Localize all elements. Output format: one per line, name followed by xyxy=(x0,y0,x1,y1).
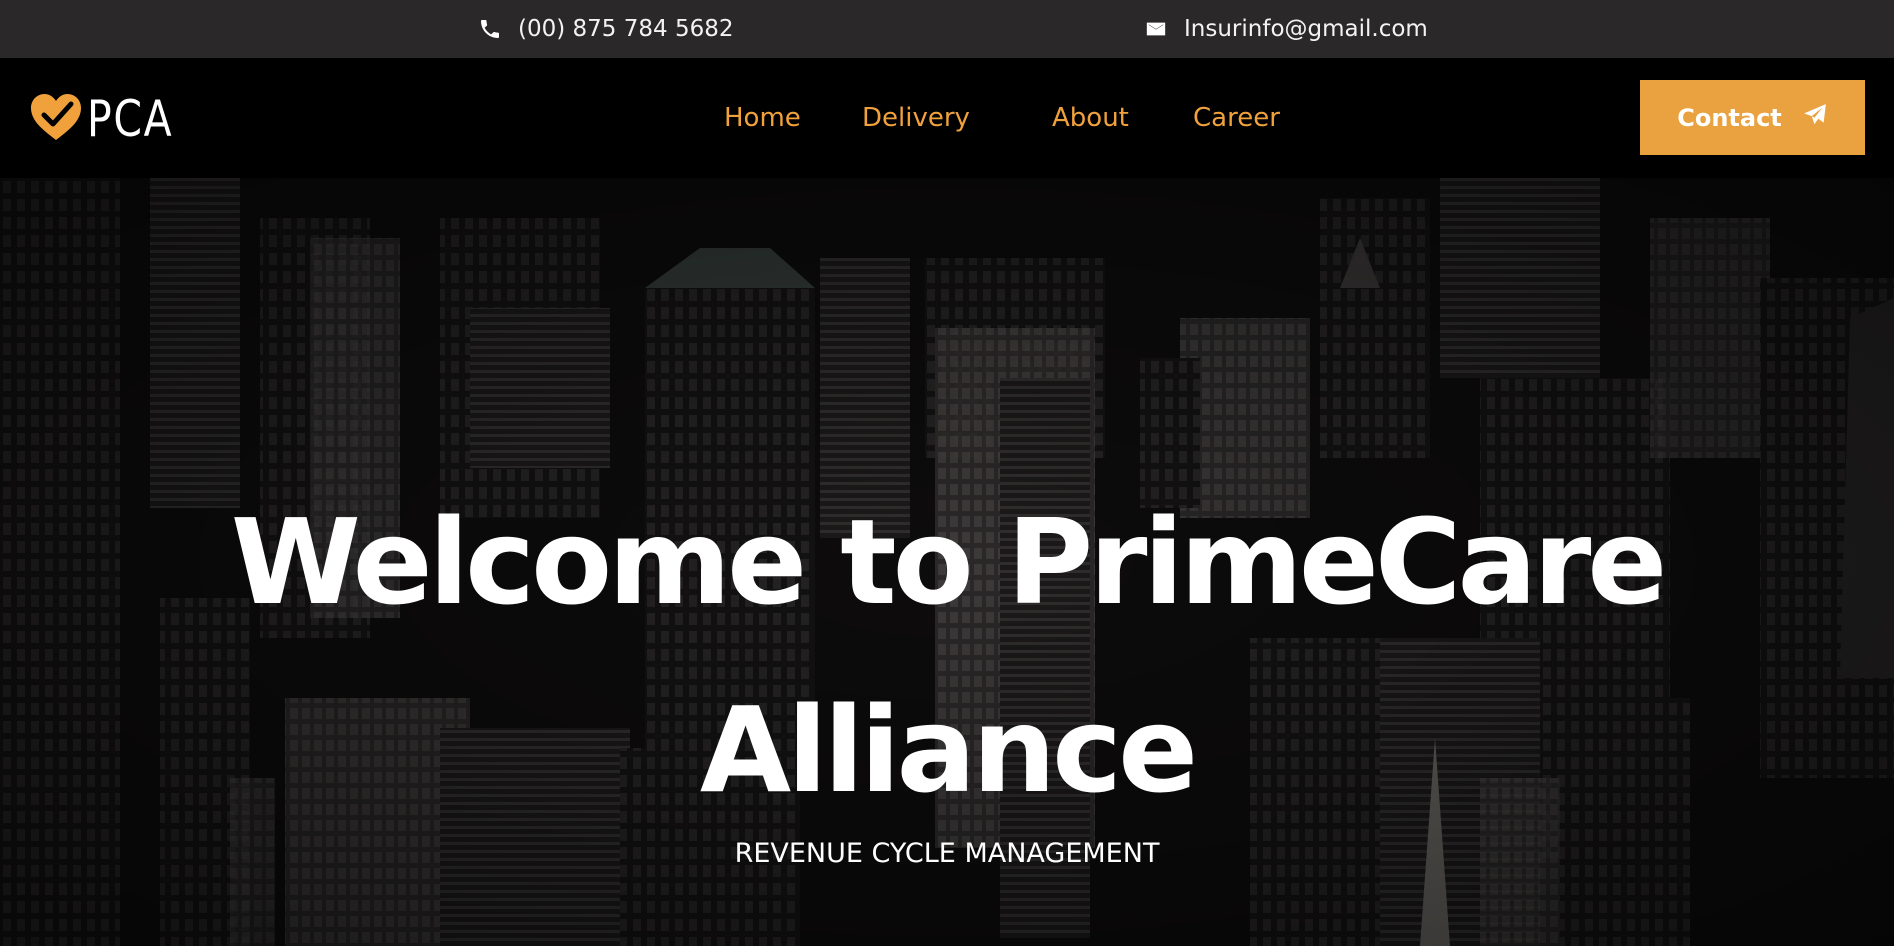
nav-home[interactable]: Home xyxy=(724,58,801,178)
email-address: Insurinfo@gmail.com xyxy=(1184,16,1428,42)
hero-section: Welcome to PrimeCare Alliance REVENUE CY… xyxy=(0,178,1894,946)
main-navbar: PCA Home Delivery About Career Contact xyxy=(0,58,1894,178)
phone-link[interactable]: (00) 875 784 5682 xyxy=(478,0,733,58)
nav-delivery[interactable]: Delivery xyxy=(862,58,970,178)
logo-text: PCA xyxy=(87,90,174,148)
nav-career[interactable]: Career xyxy=(1193,58,1280,178)
heart-check-icon xyxy=(29,92,87,146)
send-icon xyxy=(1782,102,1828,134)
logo[interactable]: PCA xyxy=(29,91,192,147)
phone-icon xyxy=(478,17,502,41)
nav-about[interactable]: About xyxy=(1052,58,1129,178)
phone-number: (00) 875 784 5682 xyxy=(518,16,734,42)
hero-title: Welcome to PrimeCare Alliance xyxy=(230,493,1668,819)
email-link[interactable]: Insurinfo@gmail.com xyxy=(1145,0,1428,58)
top-contact-bar: (00) 875 784 5682 Insurinfo@gmail.com xyxy=(0,0,1894,58)
hero-subtitle: REVENUE CYCLE MANAGEMENT xyxy=(734,838,1160,869)
contact-button-label: Contact xyxy=(1677,103,1782,132)
contact-button[interactable]: Contact xyxy=(1640,80,1865,155)
mail-icon xyxy=(1145,18,1167,40)
